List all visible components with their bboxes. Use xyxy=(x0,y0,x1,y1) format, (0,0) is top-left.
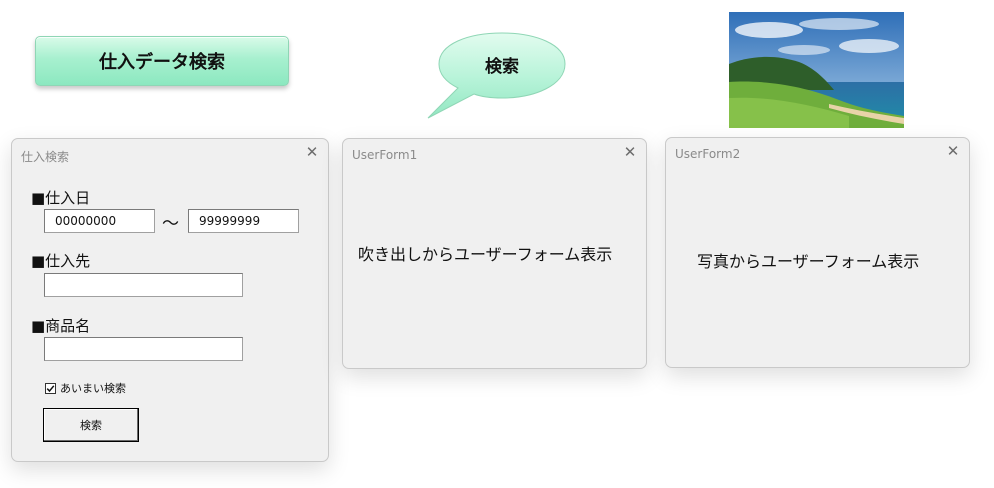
product-name-input[interactable] xyxy=(44,337,243,361)
purchase-date-label: ■仕入日 xyxy=(31,189,91,207)
check-icon xyxy=(46,384,55,392)
fuzzy-search-checkbox[interactable]: あいまい検索 xyxy=(45,380,126,396)
range-tilde: ～ xyxy=(162,214,179,234)
close-icon[interactable]: ✕ xyxy=(622,144,638,160)
date-from-input[interactable]: 00000000 xyxy=(44,209,155,233)
userform1-window: UserForm1 ✕ 吹き出しからユーザーフォーム表示 xyxy=(342,138,647,369)
coast-photo[interactable] xyxy=(729,12,904,128)
product-name-label: ■商品名 xyxy=(31,317,91,335)
fuzzy-search-label: あいまい検索 xyxy=(60,382,126,395)
supplier-label: ■仕入先 xyxy=(31,252,91,270)
close-icon[interactable]: ✕ xyxy=(304,144,320,160)
userform2-message: 写真からユーザーフォーム表示 xyxy=(697,252,920,271)
window-title: 仕入検索 xyxy=(21,150,70,164)
window-title: UserForm2 xyxy=(675,147,741,161)
userform2-window: UserForm2 ✕ 写真からユーザーフォーム表示 xyxy=(665,137,970,368)
close-icon[interactable]: ✕ xyxy=(945,143,961,159)
bubble-label: 検索 xyxy=(485,56,519,77)
supplier-input[interactable] xyxy=(44,273,243,297)
checkbox-box[interactable] xyxy=(45,382,56,394)
date-to-input[interactable]: 99999999 xyxy=(188,209,299,233)
purchase-search-form: 仕入検索 ✕ ■仕入日 00000000 ～ 99999999 ■仕入先 ■商品… xyxy=(11,138,329,462)
sheet-canvas: 仕入データ検索 検索 仕入検索 ✕ ■仕入日 00000000 ～ 999999… xyxy=(0,0,994,488)
userform1-message: 吹き出しからユーザーフォーム表示 xyxy=(358,245,613,264)
window-title: UserForm1 xyxy=(352,148,418,162)
purchase-search-shape-button[interactable]: 仕入データ検索 xyxy=(35,36,289,86)
search-button[interactable]: 検索 xyxy=(43,408,139,442)
